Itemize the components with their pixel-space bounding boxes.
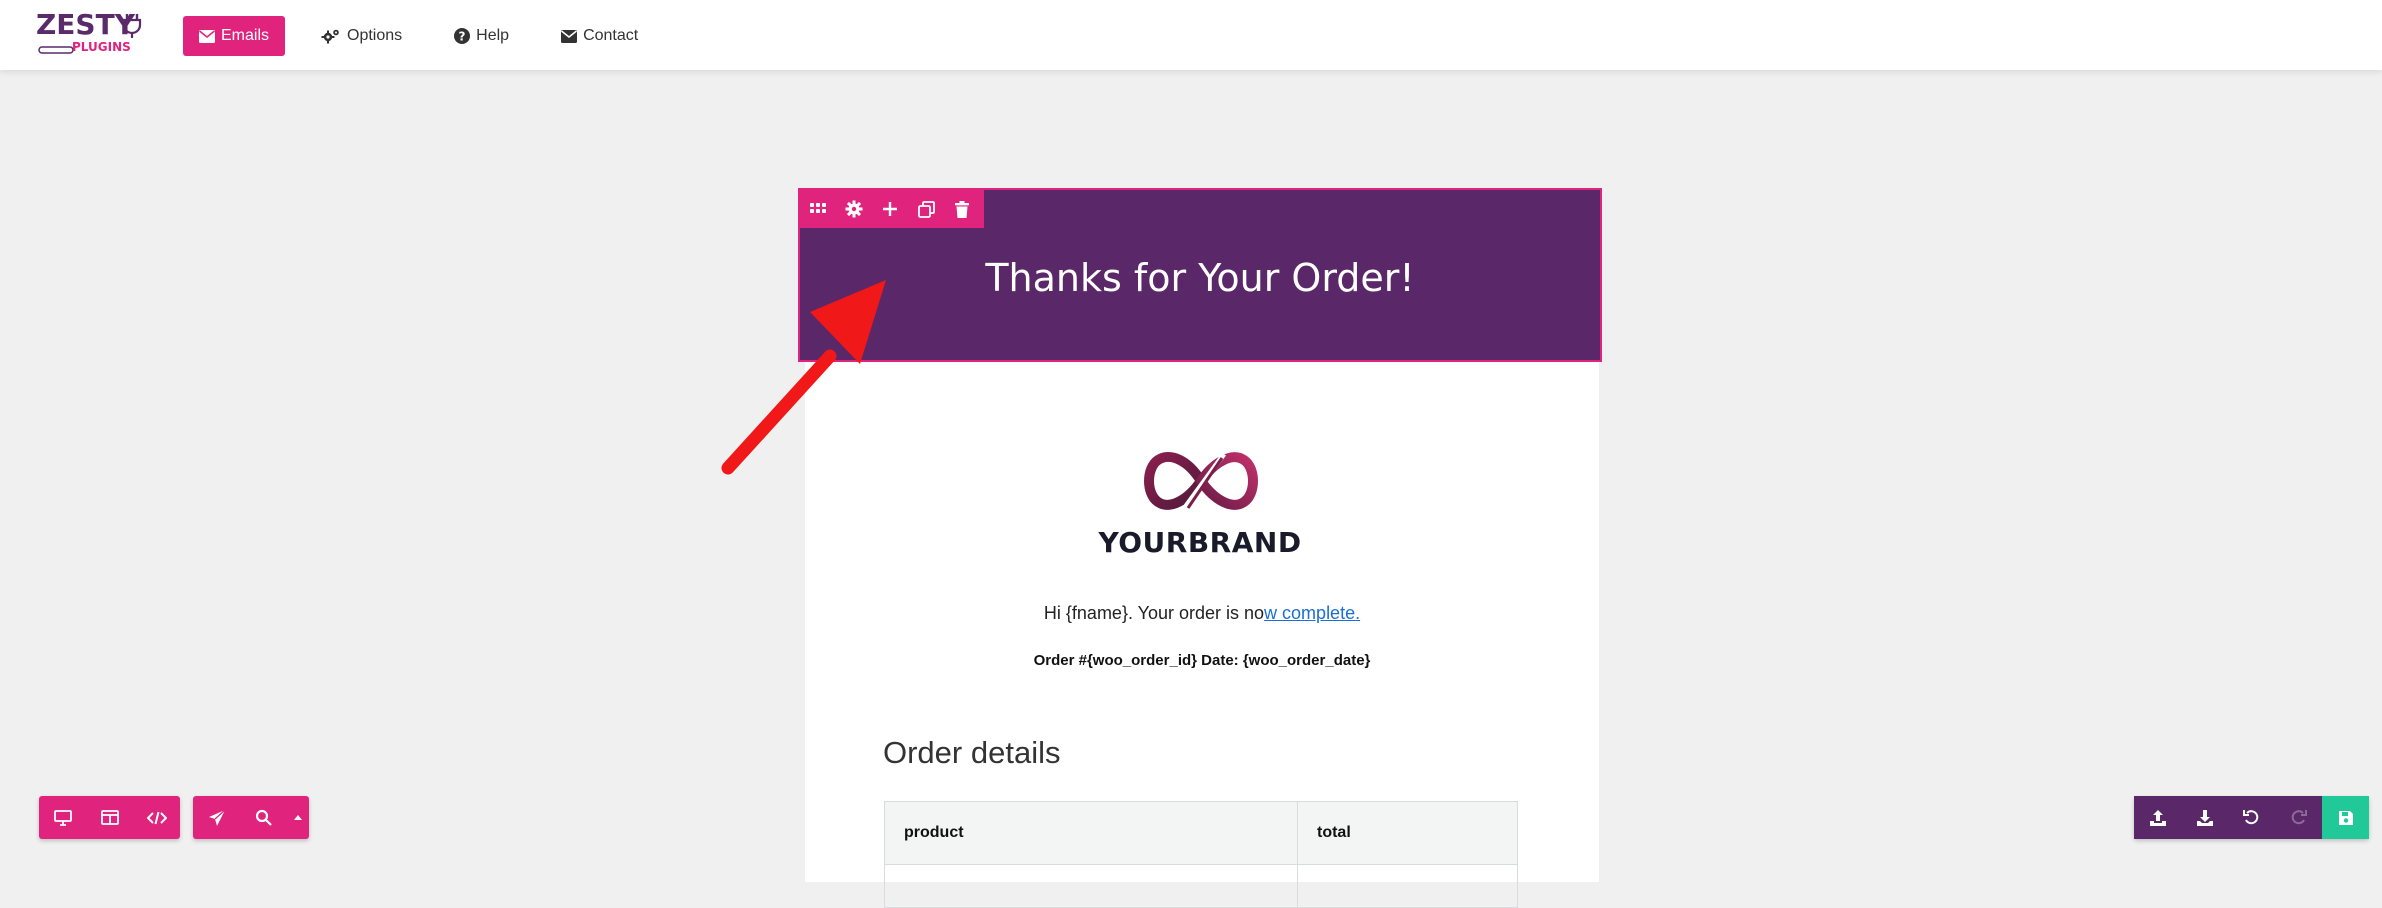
save-button[interactable] (2322, 796, 2369, 839)
plus-icon (882, 201, 898, 217)
nav-help[interactable]: ? Help (438, 16, 525, 56)
duplicate-icon (917, 200, 935, 218)
upload-icon (2149, 809, 2167, 827)
redo-button[interactable] (2275, 796, 2322, 839)
upload-button[interactable] (2134, 796, 2181, 839)
layout-view-button[interactable] (86, 796, 133, 839)
undo-button[interactable] (2228, 796, 2275, 839)
search-icon (255, 809, 272, 826)
order-details-table[interactable]: product total (884, 801, 1518, 908)
nav-emails[interactable]: Emails (183, 16, 286, 56)
block-toolbar (800, 190, 984, 228)
logo-plugins-text: PLUGINS (72, 40, 131, 54)
envelope-icon (561, 29, 583, 43)
order-details-heading[interactable]: Order details (883, 735, 1060, 771)
save-icon (2338, 810, 2354, 826)
download-icon (2196, 809, 2214, 827)
table-cell (1297, 864, 1518, 908)
question-circle-icon: ? (454, 28, 476, 44)
send-icon (208, 809, 226, 827)
nav-contact[interactable]: Contact (545, 16, 654, 56)
view-toolbar (39, 796, 180, 839)
nav-emails-label: Emails (221, 27, 270, 44)
desktop-view-button[interactable] (39, 796, 86, 839)
header-title[interactable]: Thanks for Your Order! (800, 256, 1600, 300)
caret-up-icon (294, 815, 302, 820)
desktop-icon (53, 809, 72, 826)
block-settings-button[interactable] (836, 190, 872, 228)
greeting-prefix: Hi {fname}. Your order is no (1043, 603, 1265, 623)
table-header-row: product total (884, 801, 1518, 865)
trash-icon (955, 200, 969, 218)
logo-cable-line (38, 46, 74, 54)
send-test-button[interactable] (193, 796, 240, 839)
duplicate-block-button[interactable] (908, 190, 944, 228)
nav-options-label: Options (347, 27, 403, 44)
search-button[interactable] (240, 796, 287, 839)
table-row (884, 864, 1518, 908)
envelope-icon (199, 29, 221, 43)
top-navigation-bar: ZESTY PLUGINS Emails Options ? Help Cont… (0, 0, 2382, 70)
code-icon (146, 811, 167, 825)
add-block-button[interactable] (872, 190, 908, 228)
annotation-arrow (700, 270, 900, 480)
logo-zesty-text: ZESTY (36, 8, 135, 41)
nav-help-label: Help (476, 27, 510, 44)
table-header-product: product (884, 801, 1298, 865)
plug-icon (122, 12, 142, 38)
greeting-link[interactable]: w complete. (1264, 603, 1360, 623)
greeting-text[interactable]: Hi {fname}. Your order is now complete. (805, 603, 1599, 624)
expand-toolbar-button[interactable] (287, 796, 309, 839)
code-view-button[interactable] (133, 796, 180, 839)
grid-icon (810, 203, 826, 215)
file-history-toolbar (2134, 796, 2369, 839)
table-header-total: total (1297, 801, 1518, 865)
layout-icon (100, 810, 119, 825)
drag-handle-button[interactable] (800, 190, 836, 228)
nav-options[interactable]: Options (305, 16, 418, 56)
gear-icon (845, 200, 863, 218)
brand-name: YOURBRAND (1098, 526, 1302, 559)
undo-icon (2243, 809, 2260, 826)
redo-icon (2290, 809, 2307, 826)
svg-text:?: ? (459, 29, 466, 43)
gears-icon (321, 28, 347, 44)
zesty-plugins-logo[interactable]: ZESTY PLUGINS (36, 10, 146, 60)
table-cell (884, 864, 1298, 908)
brand-infinity-logo[interactable] (1140, 448, 1262, 514)
delete-block-button[interactable] (944, 190, 980, 228)
order-number-date[interactable]: Order #{woo_order_id} Date: {woo_order_d… (805, 652, 1599, 669)
nav-contact-label: Contact (583, 27, 639, 44)
main-nav: Emails Options ? Help Contact (183, 16, 674, 56)
send-search-toolbar (193, 796, 309, 839)
download-button[interactable] (2181, 796, 2228, 839)
